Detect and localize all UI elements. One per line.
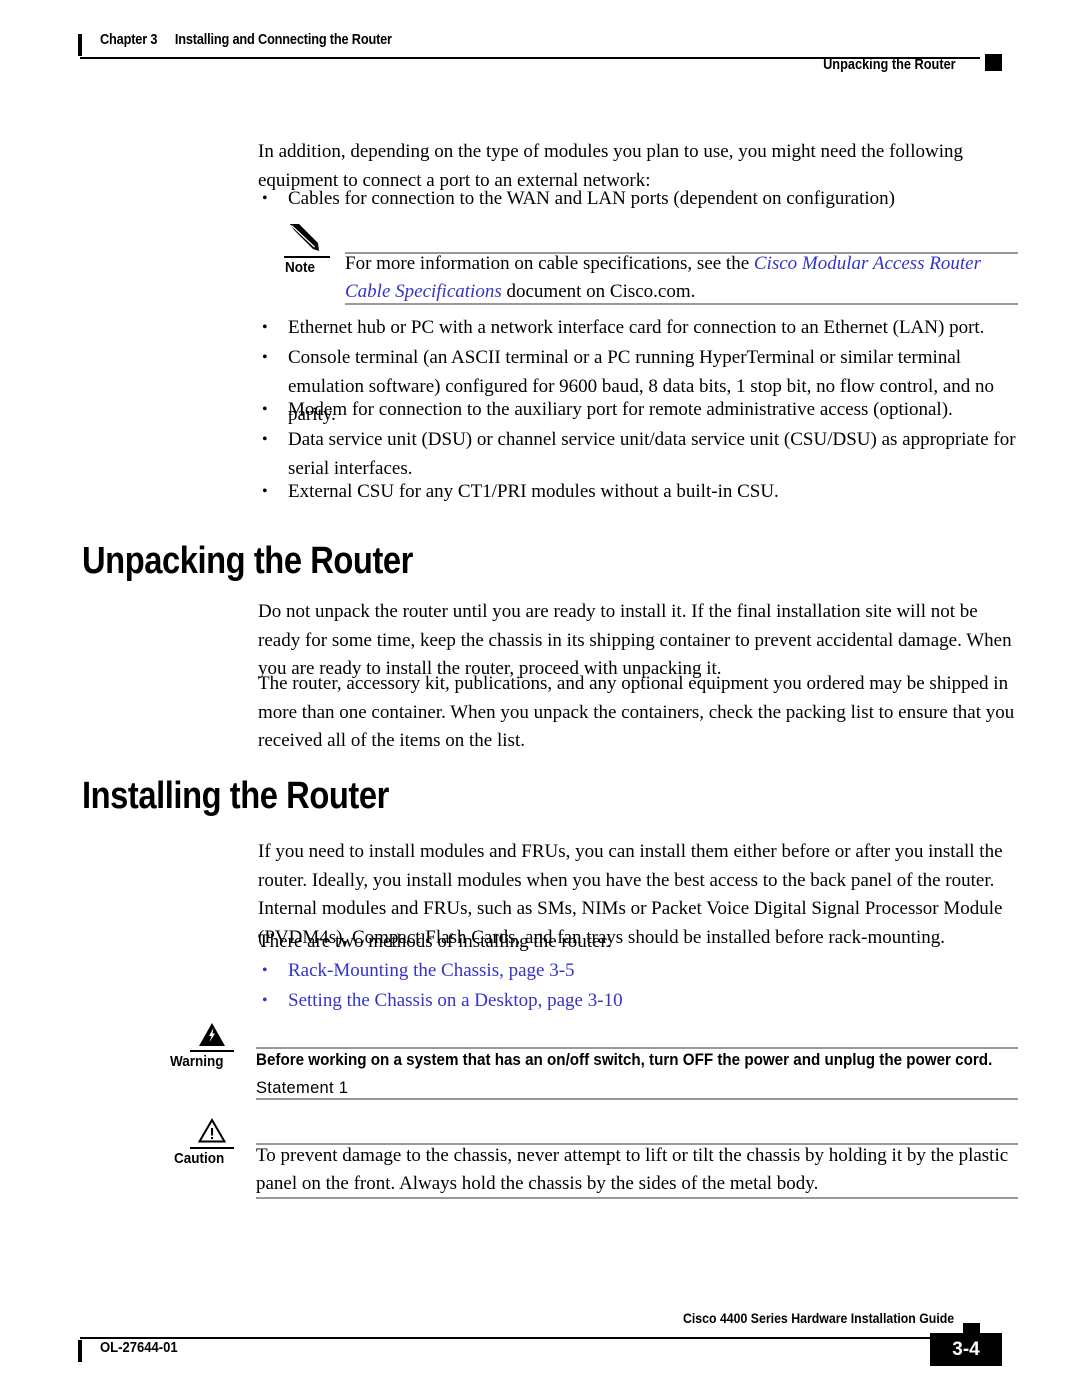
note-icon-underline xyxy=(284,256,330,258)
page-footer: Cisco 4400 Series Hardware Installation … xyxy=(78,1310,1002,1370)
warning-text-bold: Before working on a system that has an o… xyxy=(256,1051,993,1069)
bullet-equipment-2: Modem for connection to the auxiliary po… xyxy=(258,396,1018,425)
caution-icon-underline xyxy=(190,1147,234,1149)
page-header: Chapter 3 Installing and Connecting the R… xyxy=(78,32,1002,73)
footer-page-number: 3-4 xyxy=(930,1333,1002,1366)
footer-guide-title: Cisco 4400 Series Hardware Installation … xyxy=(682,1310,954,1326)
note-text-before: For more information on cable specificat… xyxy=(345,253,754,274)
pencil-icon xyxy=(290,224,319,251)
note-label: Note xyxy=(285,259,316,276)
document-page: Chapter 3 Installing and Connecting the R… xyxy=(0,0,1080,1397)
footer-tick-mark xyxy=(78,1340,82,1362)
header-chapter: Chapter 3 Installing and Connecting the R… xyxy=(100,32,392,48)
warning-lightning-triangle-icon xyxy=(199,1023,225,1046)
header-chapter-label: Chapter 3 xyxy=(100,32,158,48)
caution-exclamation-triangle-icon xyxy=(198,1118,226,1143)
bullet-equipment-4: External CSU for any CT1/PRI modules wit… xyxy=(258,478,1018,507)
warning-label: Warning xyxy=(170,1053,224,1070)
heading-unpacking-the-router: Unpacking the Router xyxy=(82,540,413,582)
heading-installing-the-router: Installing the Router xyxy=(82,775,389,817)
link-setting-the-chassis-on-a-desktop[interactable]: Setting the Chassis on a Desktop, page 3… xyxy=(258,987,1018,1016)
note-text: For more information on cable specificat… xyxy=(345,250,1018,306)
footer-doc-number: OL-27644-01 xyxy=(100,1340,178,1356)
header-tick-mark xyxy=(78,34,82,56)
bullet-equipment-3: Data service unit (DSU) or channel servi… xyxy=(258,426,1018,483)
header-chapter-title: Installing and Connecting the Router xyxy=(174,32,392,48)
caution-label: Caution xyxy=(174,1150,225,1167)
bullet-equipment-0: Ethernet hub or PC with a network interf… xyxy=(258,314,1018,343)
note-bottom-rule xyxy=(345,303,1018,305)
footer-rule xyxy=(80,1337,962,1339)
caution-text: To prevent damage to the chassis, never … xyxy=(256,1145,1009,1194)
warning-text: Before working on a system that has an o… xyxy=(256,1046,1021,1102)
link-rack-mounting-the-chassis[interactable]: Rack-Mounting the Chassis, page 3-5 xyxy=(258,957,1018,986)
unpacking-paragraph-2: The router, accessory kit, publications,… xyxy=(258,673,1015,751)
caution-bottom-rule xyxy=(256,1197,1018,1199)
bullet-cables: Cables for connection to the WAN and LAN… xyxy=(258,185,1018,214)
installing-paragraph-2: There are two methods of installing the … xyxy=(258,931,613,952)
header-square-marker xyxy=(985,54,1002,71)
note-text-after: document on Cisco.com. xyxy=(501,281,696,302)
header-section-title: Unpacking the Router xyxy=(823,57,956,73)
warning-icon-underline xyxy=(190,1050,234,1052)
warning-bottom-rule xyxy=(256,1098,1018,1100)
